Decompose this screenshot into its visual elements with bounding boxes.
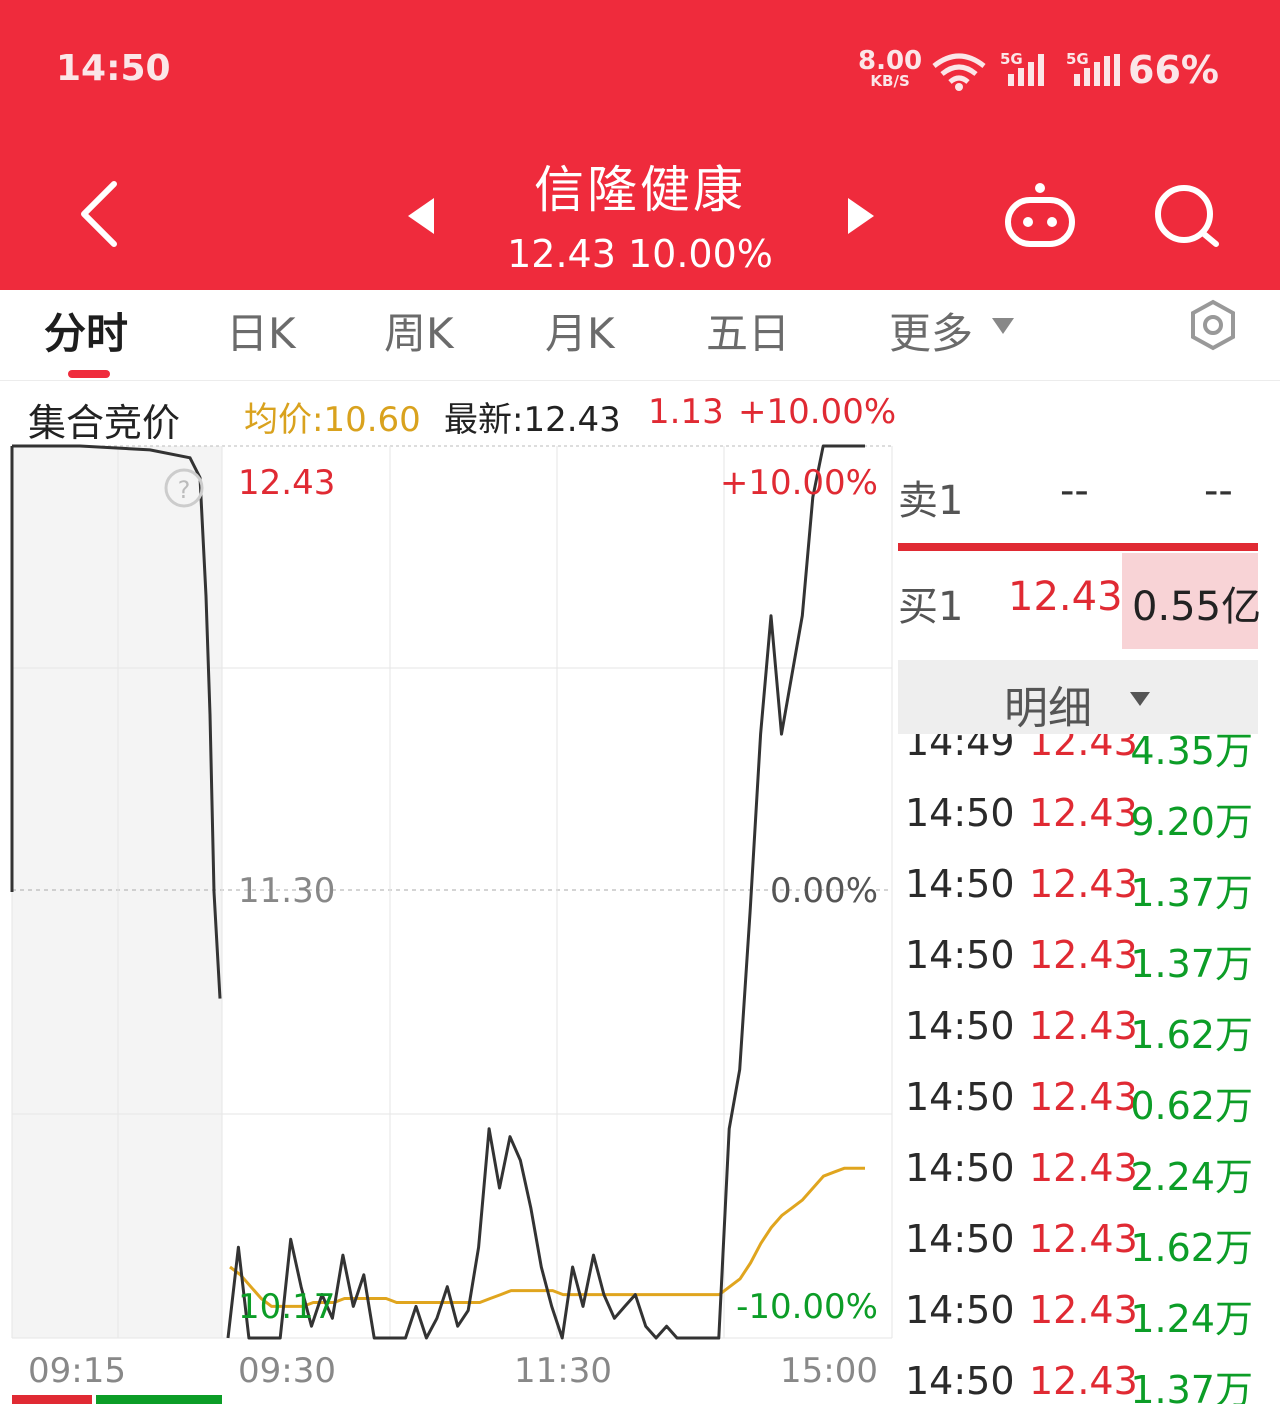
sell-1-label: 卖1 <box>898 478 964 524</box>
tick-row: 14:50 12.43 9.20万 <box>905 791 1255 847</box>
time-label-0915: 09:15 <box>28 1351 126 1391</box>
tick-price: 12.43 <box>1029 1146 1138 1190</box>
pct-mid-label: 0.00% <box>770 871 878 911</box>
header-price: 12.43 <box>507 232 616 276</box>
intraday-chart[interactable]: ? 12.43 +10.00% 11.30 0.00% 10.17 -10.00… <box>0 440 895 1404</box>
tick-price: 12.43 <box>1029 1288 1138 1332</box>
time-label-1130: 11:30 <box>514 1351 612 1391</box>
tick-row: 14:50 12.43 1.37万 <box>905 862 1255 918</box>
tick-price: 12.43 <box>1029 1075 1138 1119</box>
signal-icon-2 <box>1074 54 1120 86</box>
settings-icon[interactable] <box>1186 298 1240 352</box>
buy-1-price: 12.43 <box>1008 574 1123 620</box>
tab-intraday[interactable]: 分时 <box>44 300 128 361</box>
volume-bar-buy <box>96 1395 222 1404</box>
tick-time: 14:50 <box>905 1359 1015 1403</box>
tick-volume: 1.37万 <box>1130 1368 1253 1404</box>
tick-row: 14:50 12.43 1.37万 <box>905 933 1255 989</box>
tick-row: 14:50 12.43 0.62万 <box>905 1075 1255 1131</box>
tick-volume: 1.37万 <box>1130 871 1253 915</box>
latest-price-label: 最新:12.43 <box>444 400 621 440</box>
price-top-label: 12.43 <box>238 463 335 503</box>
tab-active-indicator <box>68 370 110 378</box>
tick-volume: 1.62万 <box>1130 1013 1253 1057</box>
tick-time: 14:50 <box>905 1004 1015 1048</box>
detail-label: 明细 <box>1004 683 1092 734</box>
tick-list[interactable]: 14:49 12.43 4.35万 14:50 12.43 9.20万 14:50 12.43… <box>898 734 1260 1404</box>
tick-price: 12.43 <box>1029 933 1138 977</box>
next-stock-icon[interactable] <box>846 196 876 236</box>
battery-level: 66% <box>1128 48 1219 92</box>
caret-down-icon <box>992 318 1014 334</box>
tick-time: 14:50 <box>905 862 1015 906</box>
tab-daily-k[interactable]: 日K <box>226 300 296 361</box>
header-change-pct: 10.00% <box>627 232 773 276</box>
tick-price: 12.43 <box>1029 862 1138 906</box>
robot-icon[interactable] <box>1000 180 1080 250</box>
time-label-1500: 15:00 <box>780 1351 878 1391</box>
change-value: 1.13 <box>648 392 724 432</box>
stock-quote: 12.43 10.00% <box>0 232 1280 276</box>
buy-1-label: 买1 <box>898 584 964 630</box>
tick-volume: 1.24万 <box>1130 1297 1253 1341</box>
tick-volume: 2.24万 <box>1130 1155 1253 1199</box>
tick-time: 14:50 <box>905 791 1015 835</box>
help-icon-glyph: ? <box>178 476 191 504</box>
network-speed: 8.00 KB/S <box>858 48 922 89</box>
tick-time: 14:49 <box>905 734 1015 764</box>
tick-price: 12.43 <box>1029 734 1138 764</box>
price-mid-label: 11.30 <box>238 871 335 911</box>
order-book-divider <box>898 543 1258 551</box>
tick-time: 14:50 <box>905 1217 1015 1261</box>
tick-time: 14:50 <box>905 1146 1015 1190</box>
volume-bar-sell <box>12 1395 92 1404</box>
network-speed-value: 8.00 <box>858 46 923 76</box>
tick-row: 14:50 12.43 2.24万 <box>905 1146 1255 1202</box>
price-bottom-label: 10.17 <box>238 1287 335 1327</box>
tick-volume: 1.37万 <box>1130 942 1253 986</box>
tick-volume: 1.62万 <box>1130 1226 1253 1270</box>
auction-area <box>12 446 222 1338</box>
buy-1-volume: 0.55亿 <box>1132 584 1262 630</box>
network-speed-unit: KB/S <box>870 72 910 90</box>
tick-price: 12.43 <box>1029 791 1138 835</box>
pct-bottom-label: -10.00% <box>736 1287 878 1327</box>
detail-caret-icon <box>1130 692 1150 706</box>
tick-volume: 0.62万 <box>1130 1084 1253 1128</box>
tick-price: 12.43 <box>1029 1004 1138 1048</box>
wifi-icon <box>932 53 986 91</box>
sell-1-volume: -- <box>1204 468 1233 514</box>
tick-time: 14:50 <box>905 1075 1015 1119</box>
time-label-0930: 09:30 <box>238 1351 336 1391</box>
tab-monthly-k[interactable]: 月K <box>545 300 615 361</box>
pct-top-label: +10.00% <box>720 463 878 503</box>
search-icon[interactable] <box>1152 182 1224 250</box>
tick-row: 14:50 12.43 1.37万 <box>905 1359 1255 1404</box>
chart-tabs <box>0 290 1280 381</box>
tick-time: 14:50 <box>905 933 1015 977</box>
tick-price: 12.43 <box>1029 1217 1138 1261</box>
tab-five-day[interactable]: 五日 <box>706 300 790 361</box>
tick-row: 14:49 12.43 4.35万 <box>905 734 1255 776</box>
auction-label: 集合竞价 <box>28 401 181 445</box>
tick-price: 12.43 <box>1029 1359 1138 1403</box>
stock-name: 信隆健康 <box>534 161 746 219</box>
sell-1-price: -- <box>1060 468 1089 514</box>
avg-price-label: 均价:10.60 <box>244 400 421 440</box>
tick-volume: 4.35万 <box>1130 734 1253 773</box>
tab-weekly-k[interactable]: 周K <box>384 300 454 361</box>
tick-row: 14:50 12.43 1.24万 <box>905 1288 1255 1344</box>
signal-icon <box>1008 54 1044 86</box>
change-pct-value: +10.00% <box>738 392 897 432</box>
status-time: 14:50 <box>56 48 171 89</box>
tick-time: 14:50 <box>905 1288 1015 1332</box>
tick-row: 14:50 12.43 1.62万 <box>905 1217 1255 1273</box>
tab-more[interactable]: 更多 <box>889 300 973 361</box>
tick-volume: 9.20万 <box>1130 800 1253 844</box>
tick-row: 14:50 12.43 1.62万 <box>905 1004 1255 1060</box>
